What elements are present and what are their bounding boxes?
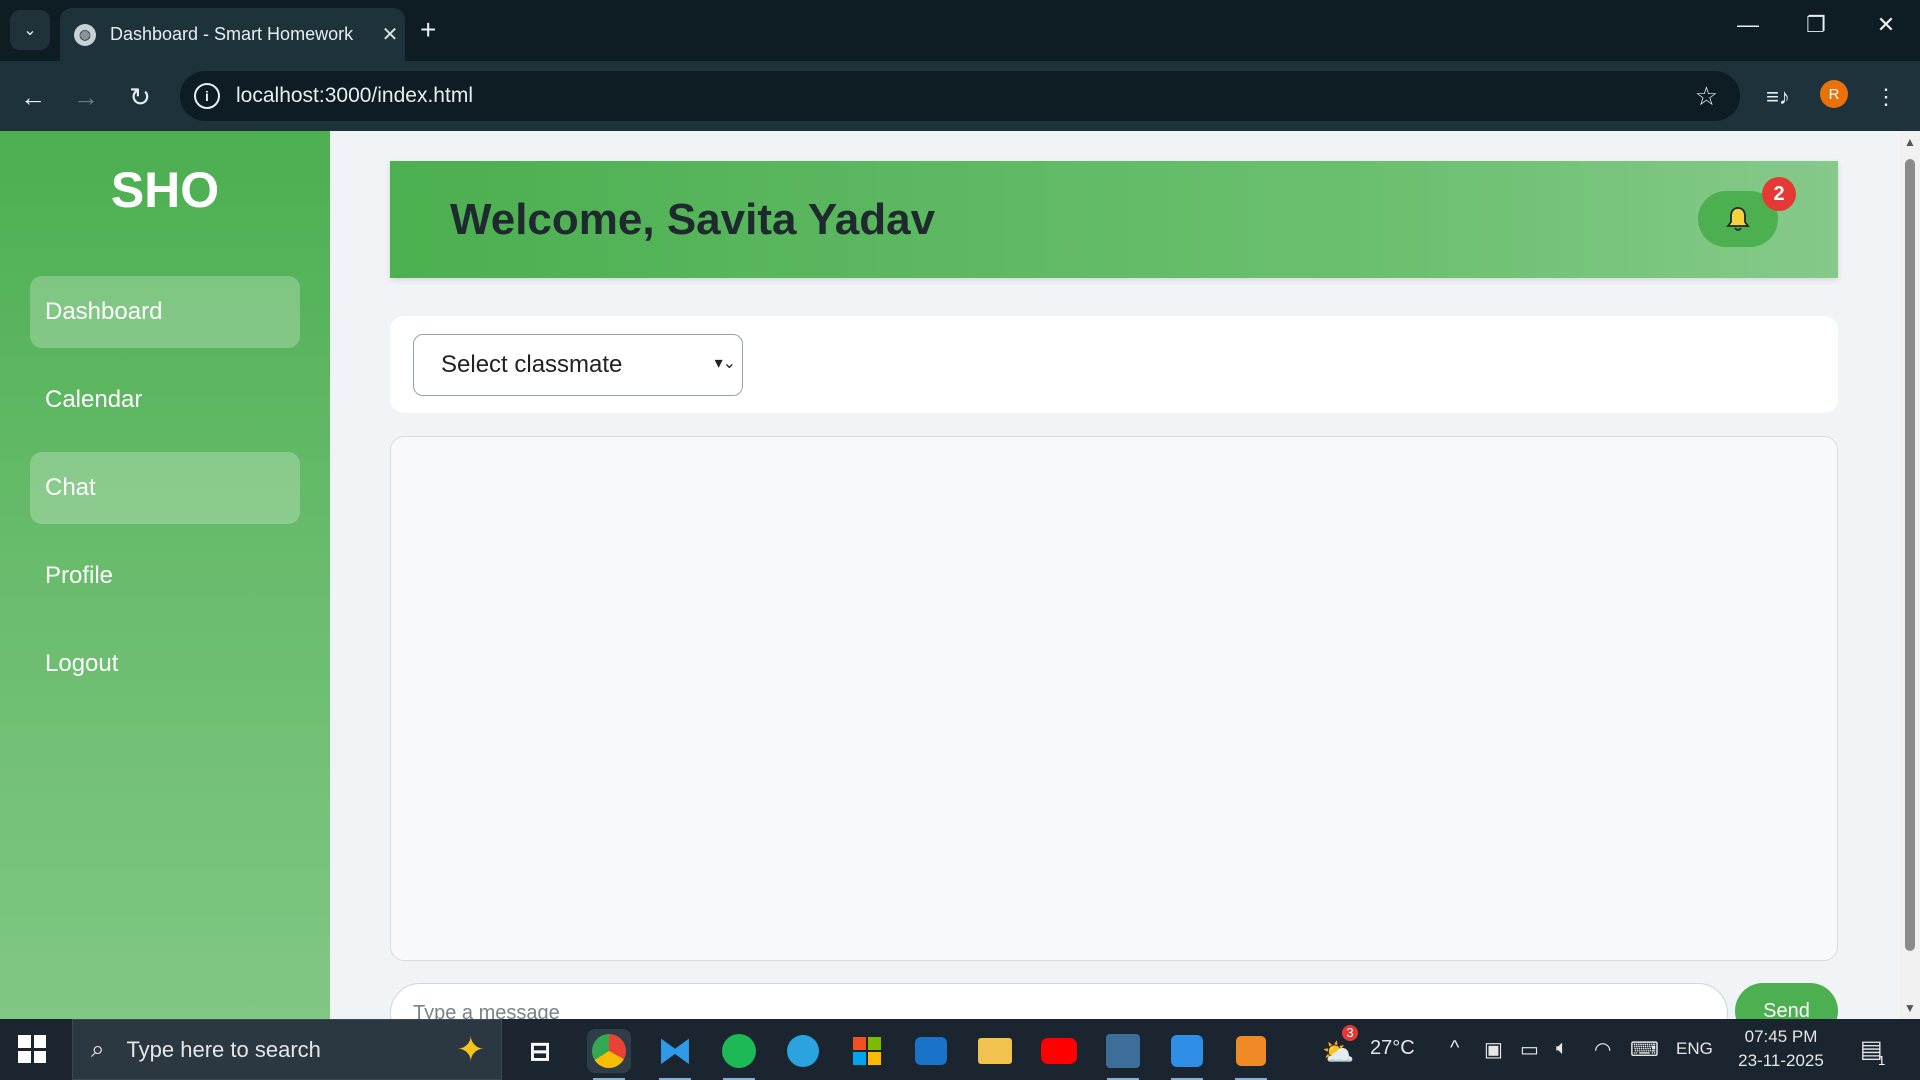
language-indicator[interactable]: ENG <box>1676 1039 1713 1059</box>
photos-app-icon[interactable] <box>1165 1029 1209 1080</box>
windows-start-icon[interactable] <box>18 1035 46 1063</box>
classmate-select-card: Select classmate ▾⌄ <box>390 316 1838 413</box>
forward-button[interactable]: → <box>68 79 104 115</box>
url-text[interactable]: localhost:3000/index.html <box>236 84 1695 108</box>
bell-icon <box>1726 207 1750 231</box>
outlook-app-icon[interactable] <box>909 1029 953 1073</box>
globe-icon: ◍ <box>74 23 96 46</box>
sidebar: SHO Dashboard Calendar Chat Profile Logo… <box>0 131 330 1019</box>
sidebar-item-logout[interactable]: Logout <box>30 628 300 700</box>
brand-logo: SHO <box>110 162 220 218</box>
weather-temperature[interactable]: 27°C <box>1370 1037 1415 1060</box>
browser-menu-icon[interactable]: ⋮ <box>1868 79 1904 115</box>
search-icon: ⌕ <box>91 1035 105 1063</box>
taskbar-search-placeholder: Type here to search <box>126 1036 321 1062</box>
volume-icon[interactable]: 🔈︎ <box>1556 1037 1568 1060</box>
display-icon[interactable]: ▣ <box>1484 1037 1503 1062</box>
weather-badge: 3 <box>1342 1025 1358 1041</box>
welcome-header: Welcome, Savita Yadav 2 <box>390 161 1838 278</box>
page-viewport: SHO Dashboard Calendar Chat Profile Logo… <box>0 131 1920 1019</box>
send-button[interactable]: Send <box>1735 983 1838 1019</box>
scroll-thumb[interactable] <box>1905 159 1915 951</box>
address-bar[interactable]: i localhost:3000/index.html ☆ <box>180 71 1740 121</box>
spotify-app-icon[interactable] <box>717 1029 761 1080</box>
weather-icon[interactable]: ⛅ <box>1322 1037 1354 1068</box>
reload-button[interactable]: ↻ <box>122 79 158 115</box>
chevron-down-icon: ▾⌄ <box>714 355 736 372</box>
chrome-app-icon[interactable] <box>587 1029 631 1080</box>
classmate-select-value: Select classmate <box>441 351 623 378</box>
page-scrollbar[interactable]: ▲ ▼ <box>1900 131 1920 1019</box>
site-info-icon[interactable]: i <box>194 83 220 109</box>
window-close-button[interactable]: ✕ <box>1866 12 1906 38</box>
store-app-icon[interactable] <box>845 1029 889 1073</box>
message-input-placeholder: Type a message <box>413 1001 560 1020</box>
youtube-app-icon[interactable] <box>1037 1029 1081 1073</box>
chat-messages-area[interactable] <box>390 436 1838 961</box>
file-explorer-icon[interactable] <box>973 1029 1017 1073</box>
classmate-select[interactable]: Select classmate ▾⌄ <box>413 334 743 396</box>
media-control-icon[interactable]: ≡♪ <box>1760 79 1796 115</box>
main-content: Welcome, Savita Yadav 2 Select classmate… <box>330 131 1890 1019</box>
telegram-app-icon[interactable] <box>781 1029 825 1073</box>
sidebar-item-profile[interactable]: Profile <box>30 540 300 612</box>
vscode-app-icon[interactable]: ⧓ <box>653 1029 697 1080</box>
tab-search-button[interactable]: ⌄ <box>10 10 50 50</box>
sidebar-item-calendar[interactable]: Calendar <box>30 364 300 436</box>
message-input[interactable]: Type a message <box>390 983 1728 1019</box>
scroll-down-icon[interactable]: ▼ <box>1904 1001 1916 1015</box>
scroll-up-icon[interactable]: ▲ <box>1904 135 1916 149</box>
notification-badge: 2 <box>1762 177 1796 211</box>
task-view-icon[interactable]: ⊟ <box>518 1029 562 1073</box>
taskbar-clock[interactable]: 07:45 PM 23-11-2025 <box>1726 1025 1836 1073</box>
restore-button[interactable]: ❐ <box>1796 12 1836 38</box>
tab-title: Dashboard - Smart Homework <box>110 24 354 44</box>
tab-close-icon[interactable]: ✕ <box>375 22 405 47</box>
profile-avatar[interactable]: R <box>1820 80 1848 108</box>
sidebar-item-chat[interactable]: Chat <box>30 452 300 524</box>
clock-time: 07:45 PM <box>1744 1027 1818 1046</box>
media-player-icon[interactable] <box>1229 1029 1273 1080</box>
browser-toolbar: ← → ↻ i localhost:3000/index.html ☆ ≡♪ ⋮ <box>0 61 1920 131</box>
minimize-button[interactable]: — <box>1728 12 1768 38</box>
browser-tab-bar: ⌄ ◍ Dashboard - Smart Homework ✕ + — ❐ ✕ <box>0 0 1920 61</box>
copilot-sparkle-icon: ✦ <box>456 1030 486 1069</box>
back-button[interactable]: ← <box>15 79 51 115</box>
clock-date: 23-11-2025 <box>1738 1051 1824 1070</box>
page-title: Welcome, Savita Yadav <box>450 195 936 244</box>
battery-icon[interactable]: ▭ <box>1520 1037 1539 1062</box>
os-taskbar: ⌕ Type here to search ✦ ⊟ ⧓ ⛅ 3 27°C ^ ▣… <box>0 1019 1920 1080</box>
wifi-icon[interactable]: ◠ <box>1594 1037 1611 1062</box>
mysql-workbench-icon[interactable] <box>1101 1029 1145 1080</box>
bookmark-star-icon[interactable]: ☆ <box>1695 81 1718 112</box>
taskbar-search-box[interactable]: ⌕ Type here to search ✦ <box>72 1019 502 1080</box>
chevron-up-icon[interactable]: ^ <box>1450 1037 1459 1060</box>
notification-center-count: 1 <box>1878 1053 1886 1068</box>
browser-tab-active[interactable]: ◍ Dashboard - Smart Homework ✕ <box>60 8 405 61</box>
keyboard-icon[interactable]: ⌨ <box>1630 1037 1659 1062</box>
sidebar-item-dashboard[interactable]: Dashboard <box>30 276 300 348</box>
new-tab-button[interactable]: + <box>420 14 436 46</box>
